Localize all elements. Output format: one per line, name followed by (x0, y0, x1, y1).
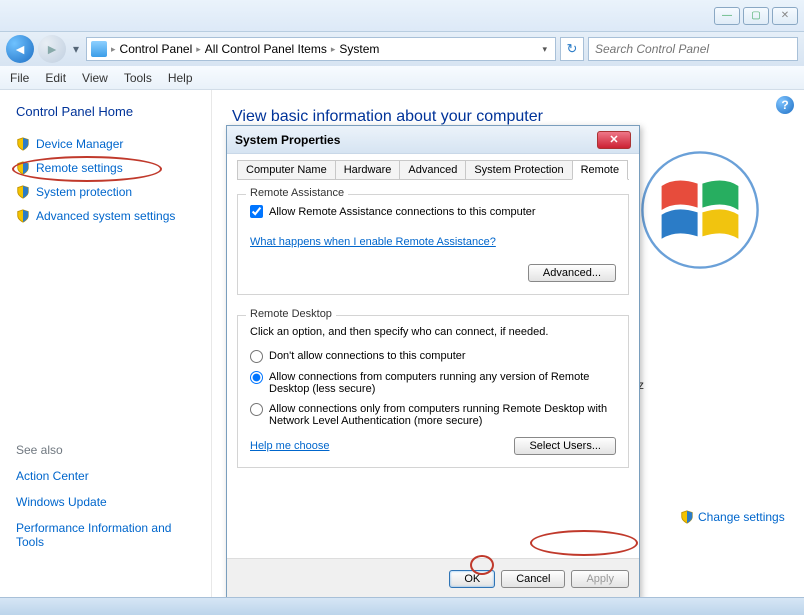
sidebar-link-label[interactable]: Device Manager (36, 137, 123, 151)
see-also-header: See also (16, 443, 201, 457)
system-properties-dialog: System Properties ✕ Computer Name Hardwa… (226, 125, 640, 599)
ra-checkbox-label: Allow Remote Assistance connections to t… (269, 206, 536, 218)
search-input[interactable] (595, 42, 791, 56)
menu-help[interactable]: Help (168, 71, 193, 85)
sidebar-link-label[interactable]: System protection (36, 185, 132, 199)
group-legend: Remote Assistance (246, 187, 348, 199)
breadcrumb-sep: ▸ (196, 44, 201, 55)
select-users-button[interactable]: Select Users... (514, 437, 616, 455)
breadcrumb-sep: ▸ (331, 44, 336, 55)
ra-advanced-button[interactable]: Advanced... (528, 264, 616, 282)
seealso-performance-info[interactable]: Performance Information and Tools (16, 521, 201, 549)
seealso-action-center[interactable]: Action Center (16, 469, 201, 483)
sidebar-link-label[interactable]: Advanced system settings (36, 209, 175, 223)
rd-option-deny[interactable]: Don't allow connections to this computer (250, 350, 616, 363)
page-title: View basic information about your comput… (232, 108, 784, 126)
tab-computer-name[interactable]: Computer Name (237, 160, 336, 179)
control-panel-home-link[interactable]: Control Panel Home (16, 104, 201, 119)
statusbar (0, 597, 804, 615)
sidebar-item-remote-settings[interactable]: Remote settings (16, 161, 201, 175)
dialog-title: System Properties (235, 133, 340, 147)
ra-checkbox-input[interactable] (250, 205, 263, 218)
shield-icon (16, 137, 30, 151)
dialog-body: Computer Name Hardware Advanced System P… (227, 154, 639, 558)
rd-option-label: Don't allow connections to this computer (269, 350, 616, 362)
see-also: See also Action Center Windows Update Pe… (16, 443, 201, 549)
rd-radio-2[interactable] (250, 371, 263, 384)
titlebar: — ▢ ✕ (0, 0, 804, 32)
shield-icon (16, 209, 30, 223)
ok-button[interactable]: OK (449, 570, 495, 588)
sidebar-item-system-protection[interactable]: System protection (16, 185, 201, 199)
windows-logo (640, 150, 760, 270)
help-icon[interactable]: ? (776, 96, 794, 114)
tab-system-protection[interactable]: System Protection (465, 160, 572, 179)
tab-strip: Computer Name Hardware Advanced System P… (237, 160, 629, 180)
breadcrumb-item[interactable]: Control Panel (120, 42, 193, 56)
back-button[interactable]: ◄ (6, 35, 34, 63)
tab-hardware[interactable]: Hardware (335, 160, 401, 179)
maximize-button[interactable]: ▢ (743, 7, 769, 25)
dialog-titlebar[interactable]: System Properties ✕ (227, 126, 639, 154)
change-settings-link[interactable]: Change settings (680, 510, 785, 524)
close-button[interactable]: ✕ (772, 7, 798, 25)
allow-remote-assistance-checkbox[interactable]: Allow Remote Assistance connections to t… (250, 205, 616, 218)
rd-option-label: Allow connections only from computers ru… (269, 403, 616, 427)
tab-remote[interactable]: Remote (572, 160, 629, 180)
menu-edit[interactable]: Edit (45, 71, 66, 85)
breadcrumb[interactable]: ▸ Control Panel ▸ All Control Panel Item… (86, 37, 556, 61)
rd-description: Click an option, and then specify who ca… (250, 326, 616, 338)
navbar: ◄ ► ▾ ▸ Control Panel ▸ All Control Pane… (0, 32, 804, 66)
seealso-windows-update[interactable]: Windows Update (16, 495, 201, 509)
minimize-button[interactable]: — (714, 7, 740, 25)
shield-icon (680, 510, 694, 524)
change-settings-label[interactable]: Change settings (698, 510, 785, 524)
apply-button[interactable]: Apply (571, 570, 629, 588)
refresh-button[interactable]: ↻ (560, 37, 584, 61)
breadcrumb-sep: ▸ (111, 44, 116, 55)
remote-desktop-group: Remote Desktop Click an option, and then… (237, 315, 629, 468)
sidebar-item-device-manager[interactable]: Device Manager (16, 137, 201, 151)
search-box[interactable] (588, 37, 798, 61)
sidebar: Control Panel Home Device Manager Remote… (0, 90, 212, 597)
breadcrumb-item[interactable]: All Control Panel Items (205, 42, 327, 56)
menu-view[interactable]: View (82, 71, 108, 85)
group-legend: Remote Desktop (246, 308, 336, 320)
dialog-close-button[interactable]: ✕ (597, 131, 631, 149)
sidebar-item-advanced-system-settings[interactable]: Advanced system settings (16, 209, 201, 223)
menu-tools[interactable]: Tools (124, 71, 152, 85)
tab-advanced[interactable]: Advanced (399, 160, 466, 179)
forward-button[interactable]: ► (38, 35, 66, 63)
control-panel-icon (91, 41, 107, 57)
sidebar-link-label[interactable]: Remote settings (36, 161, 123, 175)
breadcrumb-item[interactable]: System (339, 42, 379, 56)
ra-help-link[interactable]: What happens when I enable Remote Assist… (250, 236, 496, 248)
shield-icon (16, 185, 30, 199)
menu-file[interactable]: File (10, 71, 29, 85)
rd-option-label: Allow connections from computers running… (269, 371, 616, 395)
rd-radio-1[interactable] (250, 350, 263, 363)
cancel-button[interactable]: Cancel (501, 570, 565, 588)
dialog-footer: OK Cancel Apply (227, 558, 639, 598)
breadcrumb-dropdown[interactable]: ▾ (538, 44, 551, 55)
rd-option-any-version[interactable]: Allow connections from computers running… (250, 371, 616, 395)
rd-option-nla[interactable]: Allow connections only from computers ru… (250, 403, 616, 427)
rd-help-link[interactable]: Help me choose (250, 440, 330, 452)
menubar: File Edit View Tools Help (0, 66, 804, 90)
remote-assistance-group: Remote Assistance Allow Remote Assistanc… (237, 194, 629, 295)
shield-icon (16, 161, 30, 175)
rd-radio-3[interactable] (250, 403, 263, 416)
nav-history-dropdown[interactable]: ▾ (70, 39, 82, 59)
